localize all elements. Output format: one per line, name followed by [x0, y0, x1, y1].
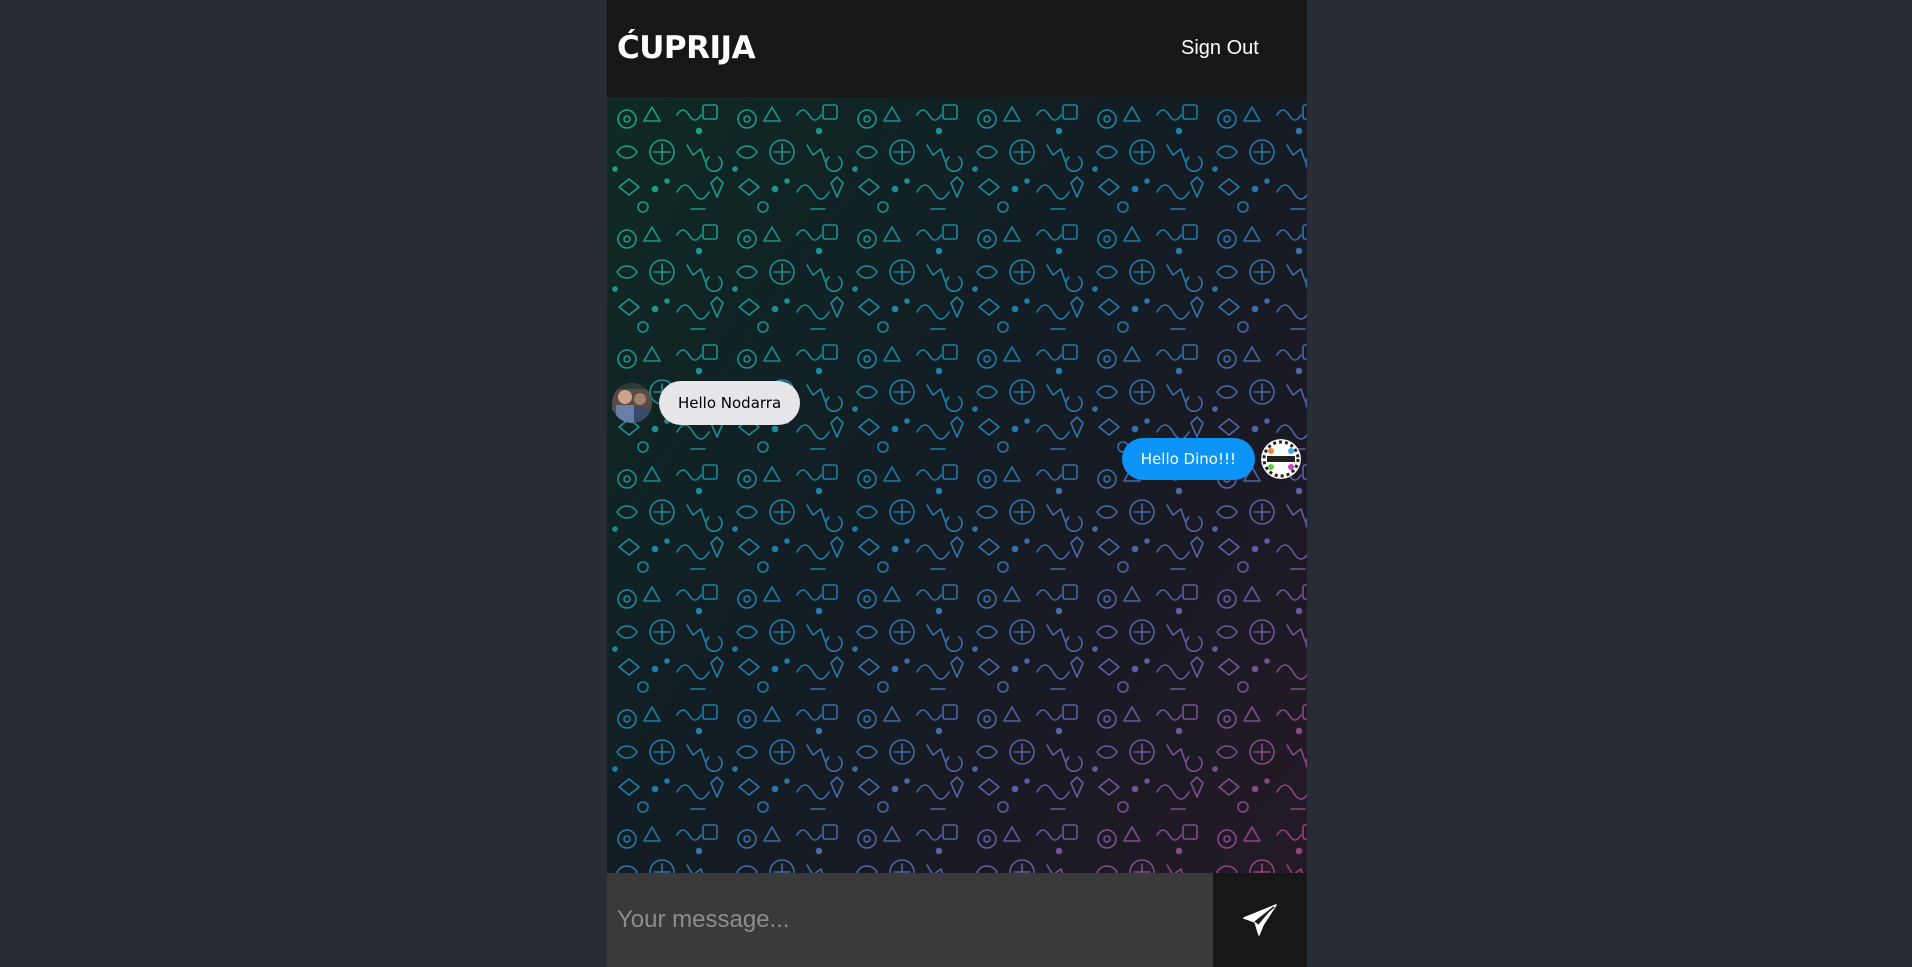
message-composer — [607, 873, 1307, 967]
send-button[interactable] — [1213, 873, 1307, 967]
message-text: Hello Nodarra — [659, 381, 801, 425]
chat-background-pattern — [607, 97, 1307, 873]
message-text: Hello Dino!!! — [1121, 438, 1255, 480]
message-input[interactable] — [607, 873, 1213, 967]
message-received: Hello Nodarra — [612, 381, 801, 425]
message-sent: Hello Dino!!! — [1121, 438, 1301, 480]
user-avatar-photo — [612, 383, 652, 423]
app-header: ĆUPRIJA Sign Out — [607, 0, 1307, 97]
chat-messages-area[interactable]: Hello Nodarra Hello Dino!!! — [607, 97, 1307, 873]
sign-out-button[interactable]: Sign Out — [1167, 30, 1273, 66]
chat-app: ĆUPRIJA Sign Out Hello Nodarra Hello Din… — [607, 0, 1307, 967]
app-title: ĆUPRIJA — [617, 30, 756, 66]
paper-plane-icon — [1242, 903, 1278, 937]
user-avatar-logo — [1261, 439, 1301, 479]
